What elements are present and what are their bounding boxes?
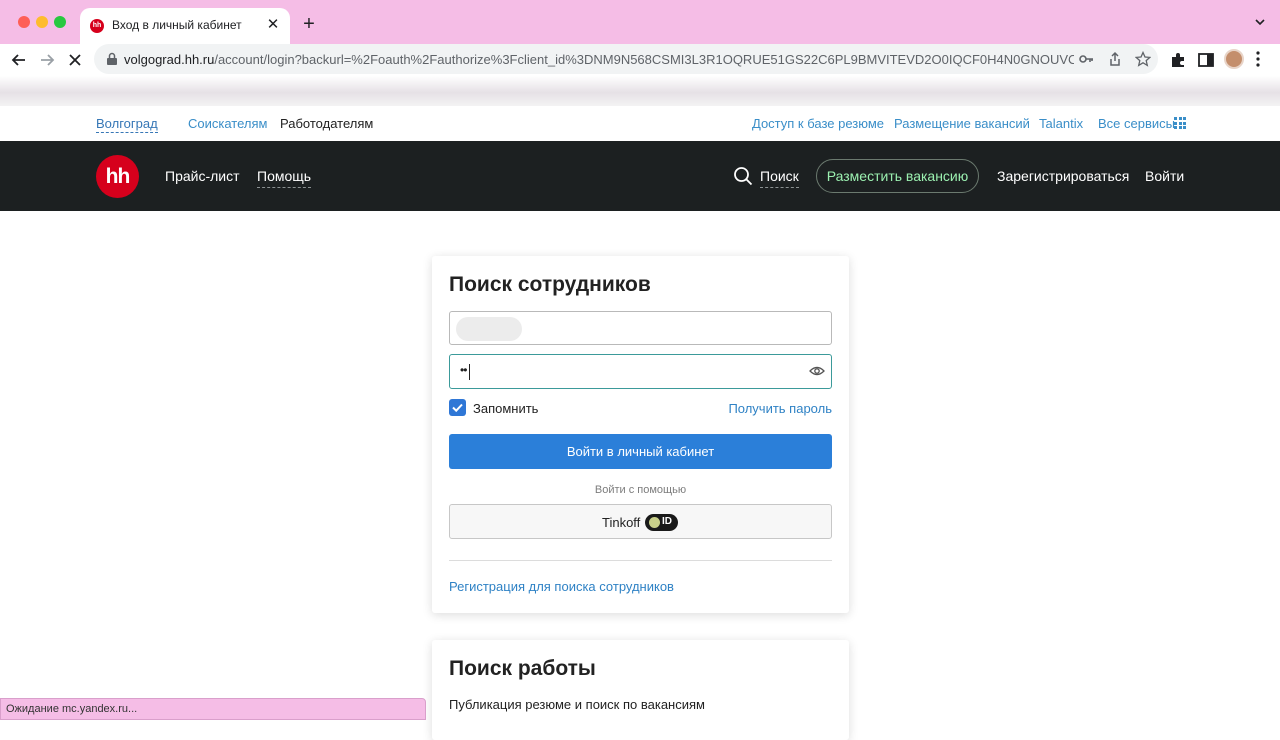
remember-checkbox[interactable] [449, 399, 466, 416]
browser-tab-bar: hh Вход в личный кабинет ✕ + [0, 0, 1280, 44]
all-services-link[interactable]: Все сервисы [1098, 116, 1175, 131]
bookmark-star-icon[interactable] [1135, 51, 1151, 67]
employer-register-link[interactable]: Регистрация для поиска сотрудников [449, 579, 674, 594]
tinkoff-label: Tinkoff [602, 515, 641, 530]
tinkoff-emblem-icon [649, 517, 660, 528]
hh-favicon-icon: hh [90, 19, 104, 33]
register-link[interactable]: Зарегистрироваться [997, 168, 1129, 184]
resume-db-link[interactable]: Доступ к базе резюме [752, 116, 884, 131]
maximize-window-button[interactable] [54, 16, 66, 28]
remember-label[interactable]: Запомнить [473, 401, 538, 416]
browser-status-bar: Ожидание mc.yandex.ru... [0, 698, 426, 720]
more-menu-icon[interactable] [1256, 50, 1260, 68]
job-card-subtitle: Публикация резюме и поиск по вакансиям [449, 697, 705, 712]
price-list-link[interactable]: Прайс-лист [165, 168, 240, 184]
job-search-card: Поиск работы Публикация резюме и поиск п… [432, 640, 849, 740]
page-loading-area [0, 76, 1280, 106]
site-main-nav: hh Прайс-лист Помощь Поиск Зарегистриров… [0, 141, 1280, 211]
card-divider [449, 560, 832, 561]
password-value: •• [460, 363, 467, 377]
search-icon[interactable] [733, 166, 753, 186]
share-icon[interactable] [1107, 51, 1123, 67]
tinkoff-id-badge: ID [645, 514, 678, 531]
city-selector[interactable]: Волгоград [96, 116, 158, 133]
address-bar[interactable]: volgograd.hh.ru/account/login?backurl=%2… [94, 44, 1158, 74]
get-password-link[interactable]: Получить пароль [728, 401, 832, 416]
card-title: Поиск сотрудников [449, 273, 651, 296]
profile-avatar[interactable] [1224, 49, 1244, 69]
minimize-window-button[interactable] [36, 16, 48, 28]
tab-search-chevron-icon[interactable] [1254, 16, 1266, 28]
employers-link[interactable]: Работодателям [280, 116, 373, 131]
browser-toolbar: volgograd.hh.ru/account/login?backurl=%2… [0, 44, 1280, 76]
tab-close-icon[interactable]: ✕ [264, 16, 282, 34]
extensions-puzzle-icon[interactable] [1169, 51, 1187, 69]
key-icon[interactable] [1078, 51, 1094, 67]
post-jobs-link[interactable]: Размещение вакансий [894, 116, 1030, 131]
login-link[interactable]: Войти [1145, 168, 1184, 184]
site-subnav: Волгоград Соискателям Работодателям Дост… [0, 106, 1280, 141]
blurred-login-value [456, 317, 522, 341]
login-via-label: Войти с помощью [594, 484, 687, 496]
back-arrow-icon[interactable] [9, 50, 29, 70]
close-window-button[interactable] [18, 16, 30, 28]
text-caret [469, 364, 470, 380]
checkmark-icon [452, 403, 463, 413]
search-link[interactable]: Поиск [760, 168, 799, 188]
tab-title: Вход в личный кабинет [112, 18, 242, 32]
browser-tab-active[interactable]: hh Вход в личный кабинет ✕ [80, 8, 290, 44]
services-grid-icon[interactable] [1174, 117, 1186, 129]
help-link[interactable]: Помощь [257, 168, 312, 188]
post-vacancy-button[interactable]: Разместить вакансию [816, 159, 979, 193]
employer-login-card: Поиск сотрудников •• Запомнить Получить … [432, 256, 849, 613]
talantix-link[interactable]: Talantix [1039, 116, 1083, 131]
login-field[interactable] [449, 311, 832, 345]
side-panel-icon[interactable] [1197, 51, 1215, 69]
forward-arrow-icon[interactable] [37, 50, 57, 70]
hh-logo[interactable]: hh [96, 155, 139, 198]
seekers-link[interactable]: Соискателям [188, 116, 267, 131]
url-text[interactable]: volgograd.hh.ru/account/login?backurl=%2… [124, 52, 1074, 67]
stop-loading-icon[interactable] [65, 50, 85, 70]
show-password-eye-icon[interactable] [809, 364, 825, 378]
new-tab-icon[interactable]: + [298, 12, 320, 36]
job-card-title: Поиск работы [449, 657, 596, 680]
password-field[interactable]: •• [449, 354, 832, 389]
tinkoff-id-button[interactable]: Tinkoff ID [449, 504, 832, 539]
lock-icon[interactable] [106, 52, 118, 66]
login-submit-button[interactable]: Войти в личный кабинет [449, 434, 832, 469]
